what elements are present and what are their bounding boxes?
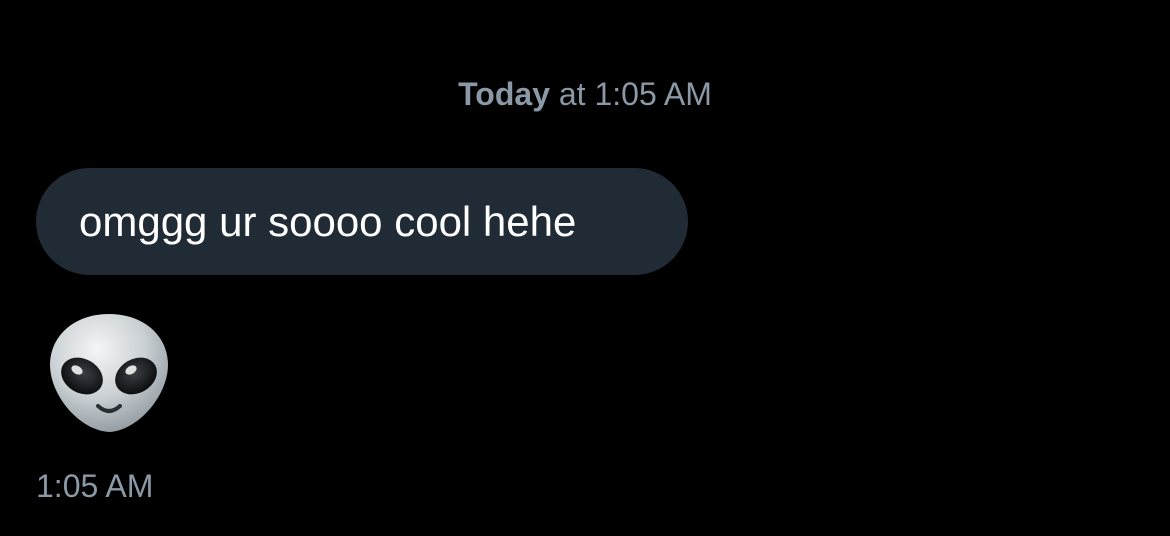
timestamp-time: at 1:05 AM <box>549 76 712 112</box>
conversation-timestamp: Today at 1:05 AM <box>0 74 1170 114</box>
message-timestamp: 1:05 AM <box>36 468 154 504</box>
timestamp-day: Today <box>458 76 550 112</box>
alien-icon[interactable] <box>46 310 172 436</box>
message-bubble[interactable]: omggg ur soooo cool hehe <box>36 168 688 275</box>
message-text: omggg ur soooo cool hehe <box>79 198 577 245</box>
